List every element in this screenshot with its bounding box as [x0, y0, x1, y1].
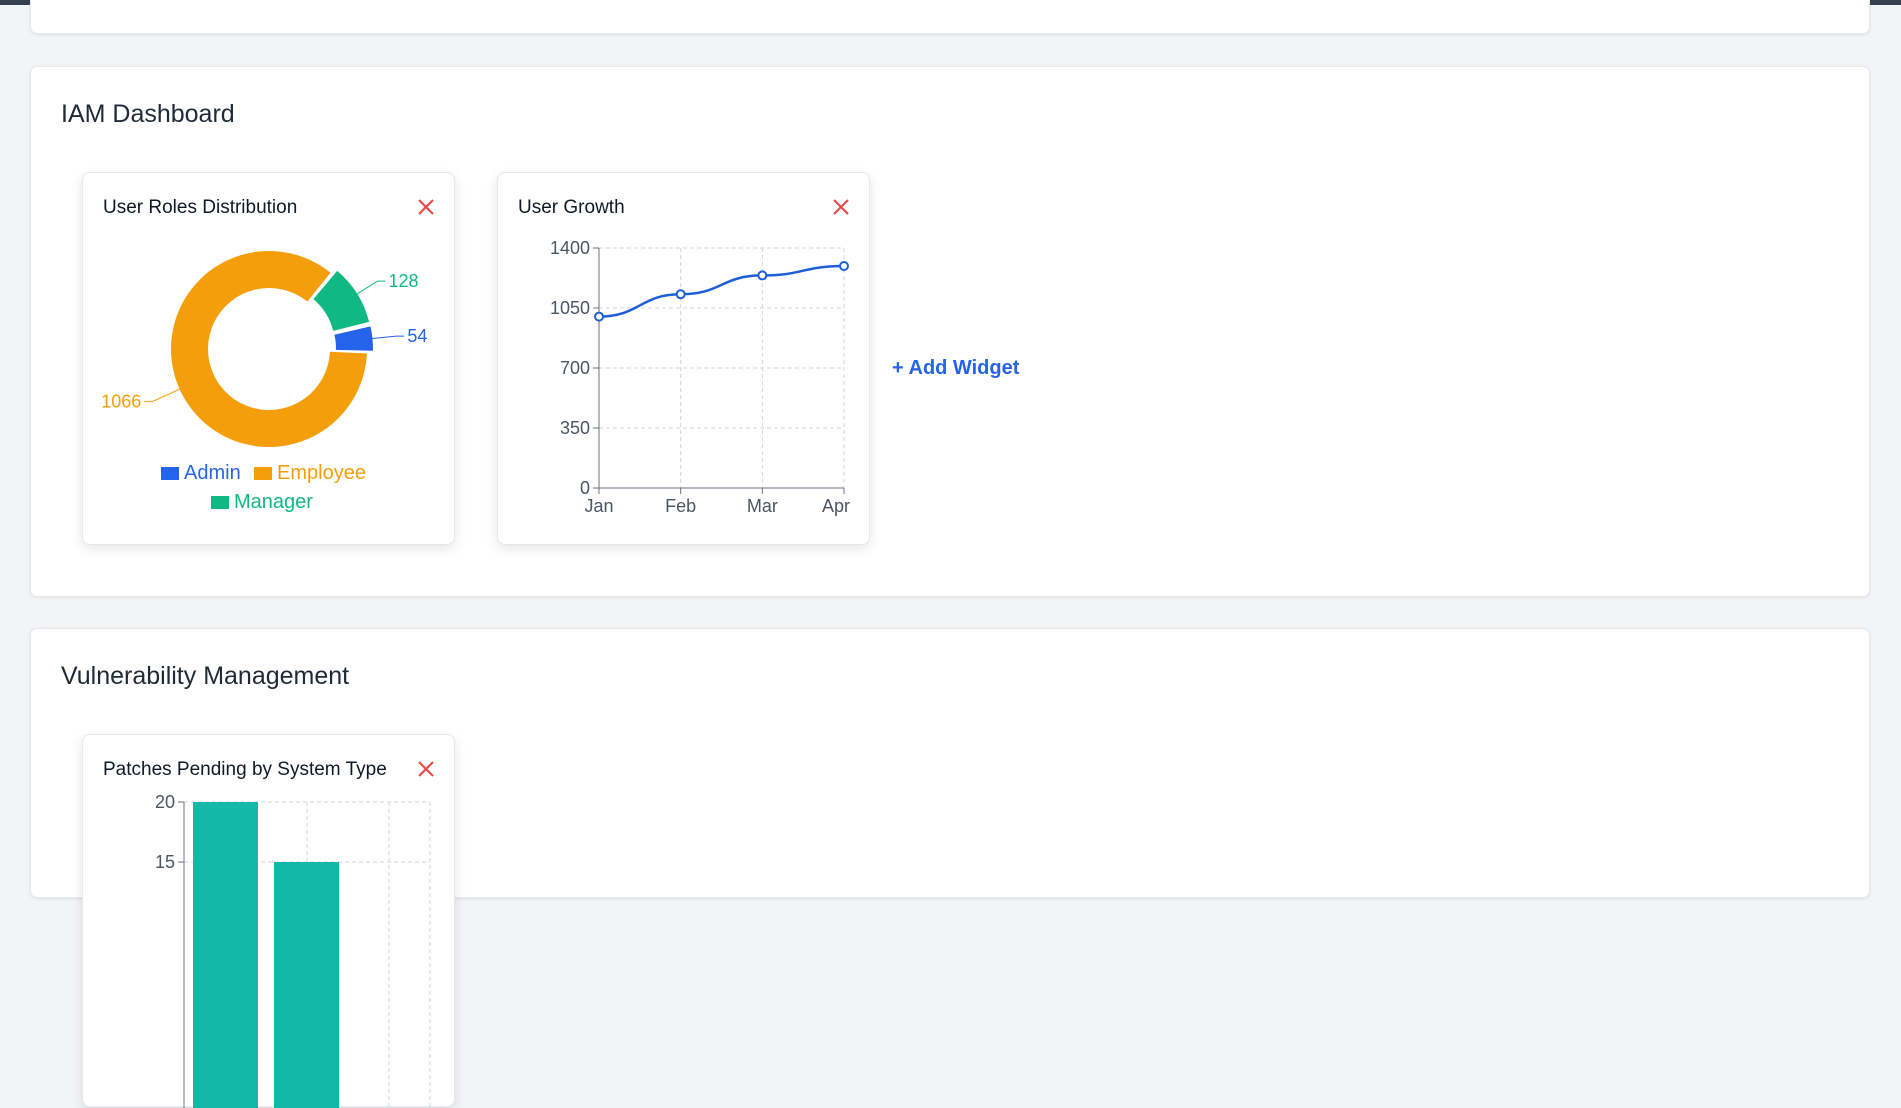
legend-label: Admin — [184, 462, 241, 484]
patches-pending-widget: Patches Pending by System Type 20 15 — [82, 734, 455, 1108]
donut-data-label: 54 — [407, 326, 427, 346]
legend-label: Manager — [234, 491, 313, 513]
patches-bar-chart: 2015 — [155, 792, 431, 1108]
legend-swatch-employee — [254, 467, 272, 480]
series-line — [598, 264, 845, 318]
y-tick-label: 0 — [580, 478, 590, 498]
legend-item-employee[interactable]: Employee — [254, 462, 366, 485]
x-tick-label: Feb — [665, 496, 696, 516]
donut-leader-line — [356, 280, 386, 295]
data-point[interactable] — [675, 289, 686, 300]
y-tick-label: 350 — [560, 418, 590, 438]
y-tick-label: 1400 — [550, 238, 590, 258]
donut-data-label: 1066 — [101, 392, 141, 412]
x-tick-label: Apr — [822, 496, 850, 516]
legend-swatch-manager — [211, 496, 229, 509]
user-growth-line-chart: 0 350 700 1050 1400 Jan Feb Mar Apr — [550, 238, 850, 516]
legend-item-manager[interactable]: Manager — [211, 491, 313, 514]
legend-item-admin[interactable]: Admin — [161, 462, 241, 485]
add-widget-button[interactable]: + Add Widget — [892, 357, 1019, 380]
section-title: Vulnerability Management — [61, 662, 350, 690]
donut-leader-line — [372, 335, 405, 340]
x-tick-label: Jan — [584, 496, 613, 516]
y-tick-label: 15 — [155, 852, 175, 872]
donut-slice-admin[interactable] — [334, 326, 373, 351]
bar[interactable] — [274, 862, 339, 1108]
user-roles-widget: User Roles Distribution 54 128 1066 Admin … — [82, 172, 455, 545]
user-growth-widget: User Growth 0 350 700 1050 1400 Jan Feb Mar Apr — [497, 172, 870, 545]
bar[interactable] — [193, 802, 258, 1108]
data-point[interactable] — [839, 261, 849, 271]
x-tick-label: Mar — [747, 496, 778, 516]
y-tick-label: 20 — [155, 792, 175, 812]
donut-leader-line — [144, 388, 180, 403]
donut-data-label: 128 — [389, 271, 419, 291]
legend-label: Employee — [277, 462, 366, 484]
y-tick-label: 700 — [560, 358, 590, 378]
vulnerability-management-section: Vulnerability Management Patches Pending… — [30, 628, 1870, 1108]
legend-swatch-admin — [161, 467, 179, 480]
section-title: IAM Dashboard — [61, 100, 235, 128]
previous-section — [30, 0, 1870, 34]
data-point[interactable] — [757, 270, 768, 281]
y-tick-label: 1050 — [550, 298, 590, 318]
iam-dashboard-section: IAM Dashboard User Roles Distribution 54… — [30, 66, 1870, 597]
data-point[interactable] — [594, 311, 604, 322]
